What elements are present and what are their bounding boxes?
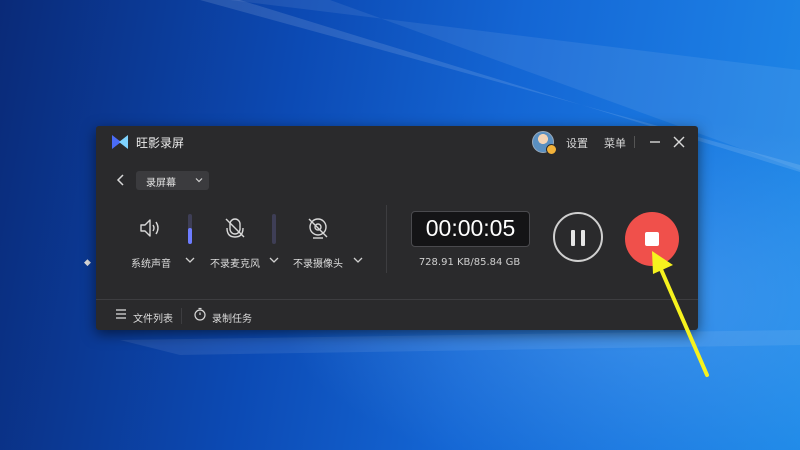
- settings-button[interactable]: 设置: [566, 135, 588, 151]
- chevron-down-icon: [195, 178, 203, 183]
- camera-label: 不录摄像头: [293, 259, 343, 270]
- file-list-button[interactable]: 文件列表: [133, 310, 173, 325]
- recorder-window: 旺影录屏 设置 菜单 录屏幕 系统声音 不录麦克风 不录摄像头 00:00:05…: [96, 126, 698, 330]
- footer-item-divider: [181, 308, 182, 324]
- recording-tasks-button[interactable]: 录制任务: [212, 310, 252, 325]
- section-divider: [386, 205, 387, 273]
- timer-display: 00:00:05: [411, 211, 530, 247]
- menu-button[interactable]: 菜单: [604, 135, 626, 151]
- pause-icon-bar: [581, 230, 585, 246]
- back-button[interactable]: [114, 172, 128, 188]
- system-audio-volume-fill: [188, 227, 192, 244]
- stop-icon: [645, 232, 659, 246]
- microphone-volume-slider[interactable]: [272, 214, 276, 244]
- camera-off-icon[interactable]: [305, 215, 331, 241]
- record-mode-value: 录屏幕: [146, 178, 176, 189]
- microphone-chevron-icon[interactable]: [269, 256, 279, 264]
- minimize-button[interactable]: [645, 132, 665, 152]
- microphone-label: 不录麦克风: [210, 259, 260, 270]
- speaker-icon[interactable]: [137, 215, 163, 241]
- footer-divider: [96, 299, 698, 300]
- close-button[interactable]: [669, 132, 689, 152]
- app-title: 旺影录屏: [136, 136, 185, 150]
- titlebar-divider: [634, 136, 635, 148]
- system-audio-label: 系统声音: [131, 259, 171, 270]
- timer-icon: [194, 307, 206, 321]
- pause-button[interactable]: [553, 212, 603, 262]
- record-mode-select[interactable]: 录屏幕: [136, 171, 209, 190]
- list-icon: [116, 309, 126, 319]
- pause-icon: [571, 230, 575, 246]
- vip-badge-icon: [546, 144, 557, 155]
- app-logo-icon: [112, 135, 128, 149]
- system-audio-volume-slider[interactable]: [188, 214, 192, 244]
- stop-button[interactable]: [625, 212, 679, 266]
- mic-off-icon[interactable]: [222, 215, 248, 241]
- camera-chevron-icon[interactable]: [353, 256, 363, 264]
- elapsed-time: 00:00:05: [425, 215, 516, 241]
- title-bar: 旺影录屏 设置 菜单: [96, 126, 698, 158]
- file-size-readout: 728.91 KB/85.84 GB: [418, 257, 521, 268]
- system-audio-chevron-icon[interactable]: [185, 256, 195, 264]
- desktop-icon-fragment: ◆: [84, 258, 91, 268]
